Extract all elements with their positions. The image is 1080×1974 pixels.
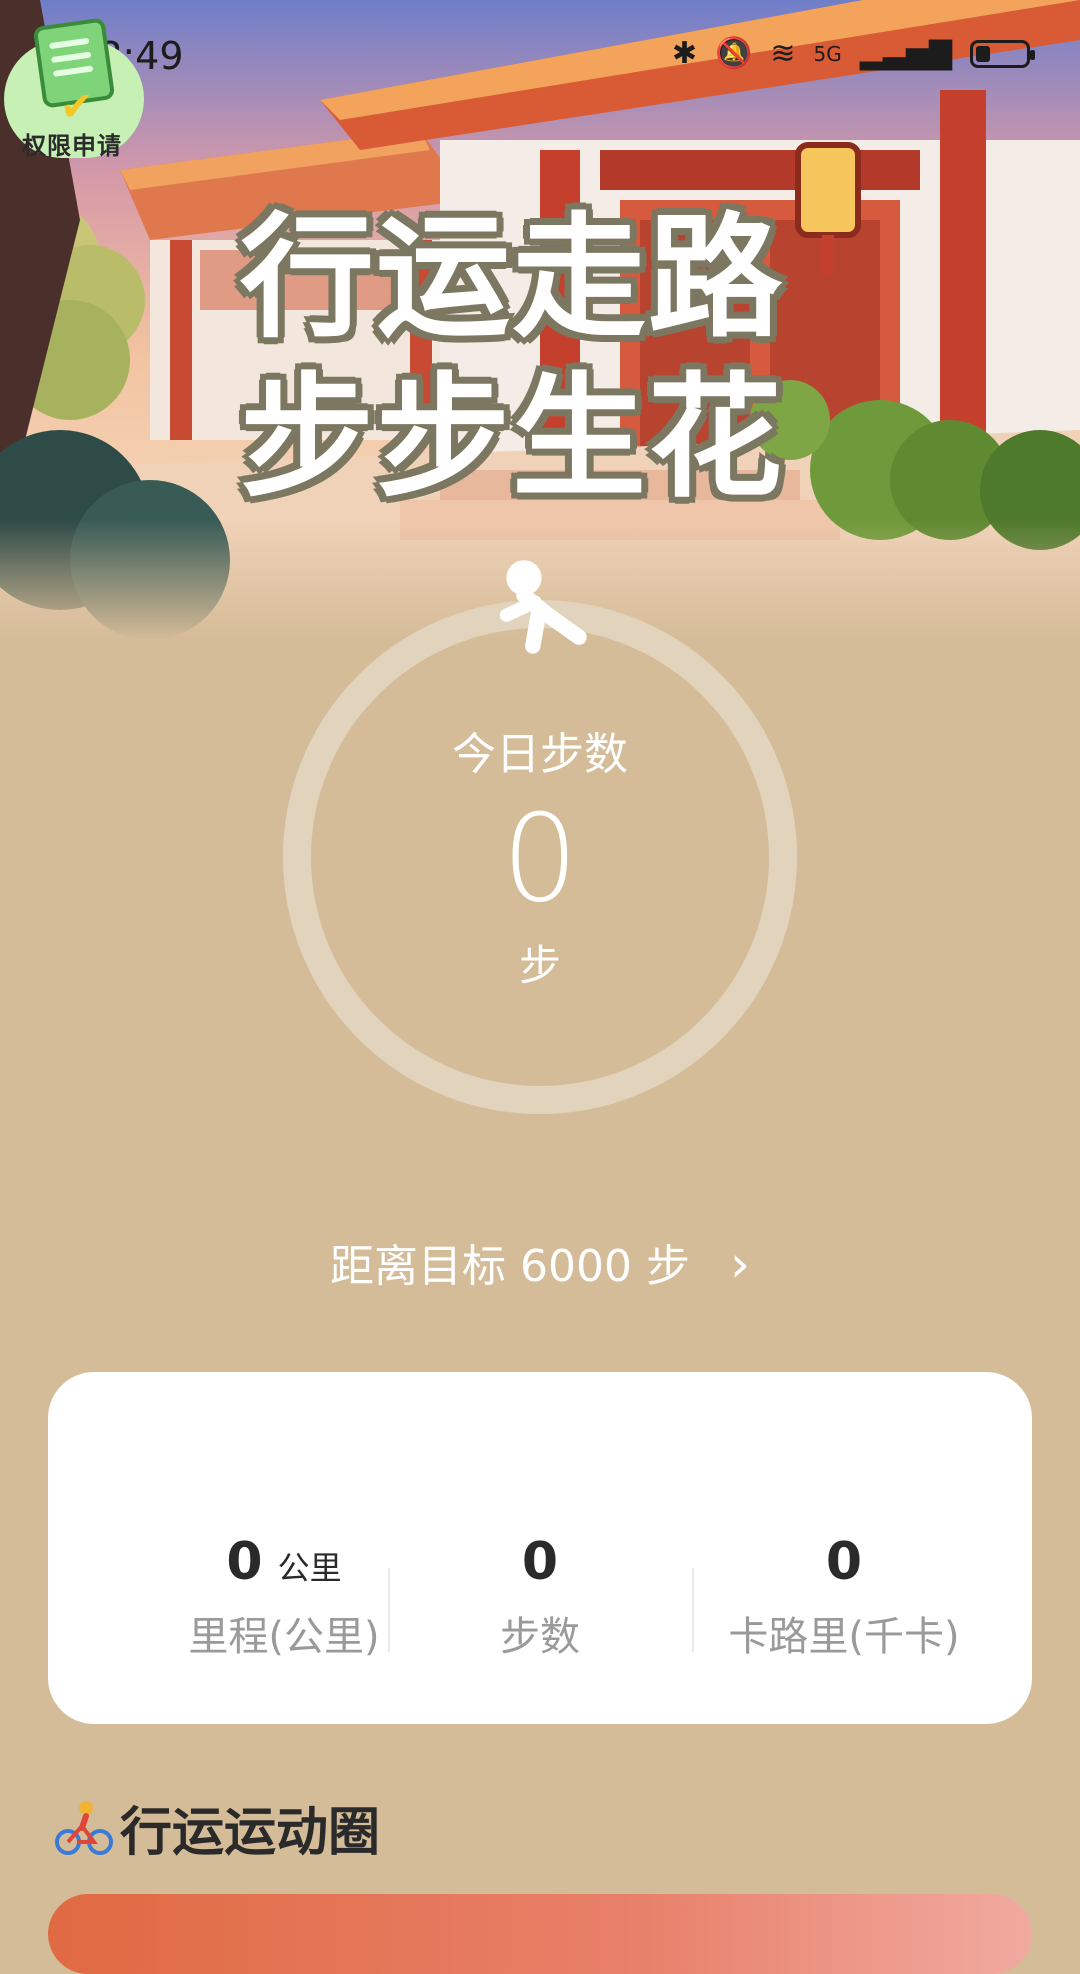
slogan-line-1: 行运走路: [240, 200, 785, 356]
steps-title: 今日步数: [452, 729, 628, 780]
stat-distance-unit: 公里: [277, 1549, 342, 1587]
goal-text: 距离目标 6000 步: [330, 1241, 690, 1292]
steps-value: 0: [501, 790, 579, 929]
slogan-line-2: 步步生花: [240, 360, 785, 516]
network-type: 5G: [813, 41, 842, 66]
runner-icon: [499, 560, 587, 654]
section-header: 行运运动圈: [54, 1790, 380, 1865]
hero-banner: 行运走路 步步生花: [0, 0, 1080, 640]
permission-request-button[interactable]: ✔ 权限申请: [4, 17, 144, 160]
steps-unit: 步: [518, 941, 561, 990]
permission-request-label: 权限申请: [22, 132, 122, 160]
stat-calories-value: 0: [825, 1532, 863, 1592]
cyclist-icon: [55, 1800, 113, 1855]
stat-calories-label: 卡路里(千卡): [728, 1614, 960, 1660]
sports-circle-card[interactable]: [48, 1894, 1032, 1974]
stat-distance-value: 0: [226, 1532, 263, 1592]
stat-calories: 0 卡路里(千卡): [694, 1532, 994, 1662]
stat-steps: 0 步数: [390, 1532, 690, 1662]
bluetooth-icon: ✱: [671, 36, 697, 71]
signal-icon: ▂▃▅▇: [859, 36, 952, 71]
mute-icon: 🔕: [714, 36, 753, 71]
section-title: 行运运动圈: [120, 1803, 381, 1863]
hero-slogan: 行运走路 步步生花: [240, 198, 800, 518]
goal-link[interactable]: 距离目标 6000 步 ›: [0, 1230, 1080, 1294]
chevron-right-icon: ›: [729, 1235, 750, 1293]
stats-card: 0 公里 里程(公里) 0 步数 0 卡路里(千卡): [48, 1372, 1032, 1724]
stat-steps-label: 步数: [500, 1614, 580, 1660]
status-icons: ✱ 🔕 ≋ 5G ▂▃▅▇: [671, 36, 1035, 71]
steps-ring: 今日步数 0 步: [283, 560, 797, 1114]
stat-steps-value: 0: [521, 1532, 559, 1592]
wifi-icon: ≋: [770, 36, 796, 71]
battery-icon: [970, 39, 1035, 68]
